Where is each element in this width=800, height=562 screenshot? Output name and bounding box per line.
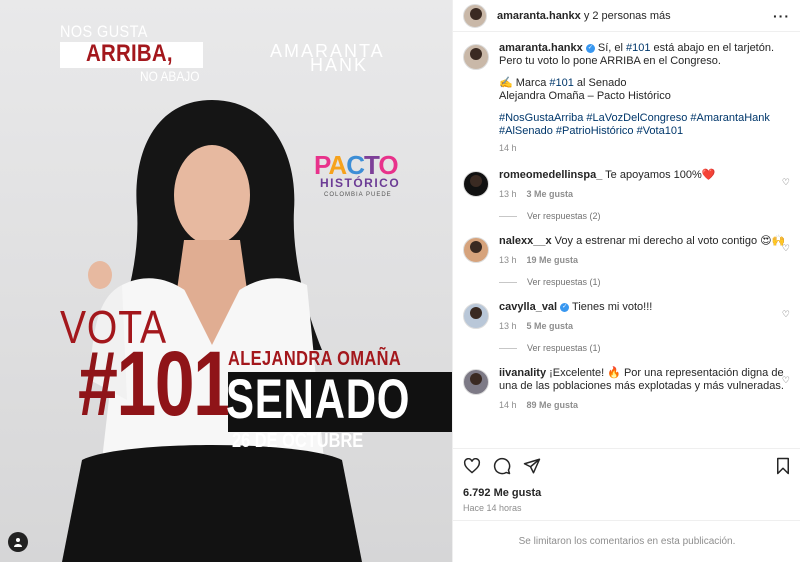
pacto-historico-text: HISTÓRICO bbox=[320, 176, 401, 190]
comment-text: Te apoyamos 100%❤️ bbox=[602, 169, 716, 181]
post-image[interactable]: NOS GUSTA ARRIBA, NO ABAJO AMARANTA HANK… bbox=[0, 0, 452, 562]
verified-badge-icon: ✓ bbox=[560, 302, 570, 312]
pacto-historico-logo: PACTO HISTÓRICO COLOMBIA PUEDE bbox=[314, 150, 414, 208]
caption-hashtags[interactable]: #AlSenado #PatrioHistórico #Vota101 bbox=[499, 125, 790, 138]
view-replies-label: Ver respuestas (1) bbox=[527, 277, 601, 287]
comment-item: cavylla_val ✓ Tienes mi voto!!! 13 h 5 Me… bbox=[463, 301, 790, 333]
brand-logo: AMARANTA HANK bbox=[270, 42, 410, 74]
comment-time: 13 h bbox=[499, 189, 517, 199]
avatar[interactable] bbox=[463, 303, 489, 329]
caption-text: está abajo en el tarjetón. bbox=[650, 42, 775, 54]
poster-no-abajo: NO ABAJO bbox=[140, 68, 200, 84]
comment-time: 13 h bbox=[499, 255, 517, 265]
comment-text: Tienes mi voto!!! bbox=[569, 301, 653, 313]
caption-username[interactable]: amaranta.hankx bbox=[499, 42, 583, 54]
caption-time: 14 h bbox=[499, 143, 517, 153]
poster-senado: SENADO bbox=[226, 367, 411, 430]
view-replies-label: Ver respuestas (2) bbox=[527, 211, 601, 221]
poster-nos-gusta: NOS GUSTA bbox=[60, 22, 148, 41]
comment-icon[interactable] bbox=[493, 457, 511, 480]
caption: amaranta.hankx ✓ Sí, el #101 está abajo … bbox=[463, 42, 790, 155]
header-others[interactable]: y 2 personas más bbox=[581, 10, 671, 22]
comment-item: romeomedellinspa_ Te apoyamos 100%❤️ 13 … bbox=[463, 169, 790, 201]
view-replies-label: Ver respuestas (1) bbox=[527, 343, 601, 353]
comment-likes[interactable]: 89 Me gusta bbox=[527, 400, 579, 410]
comment-time: 14 h bbox=[499, 400, 517, 410]
tagged-user-icon[interactable] bbox=[8, 532, 28, 552]
like-heart-icon[interactable]: ♡ bbox=[782, 309, 790, 320]
comment-svg bbox=[493, 457, 511, 474]
view-replies[interactable]: Ver respuestas (1) bbox=[499, 277, 790, 287]
comment-likes[interactable]: 3 Me gusta bbox=[527, 189, 574, 199]
avatar[interactable] bbox=[463, 369, 489, 395]
post-header: amaranta.hankx y 2 personas más ··· bbox=[453, 0, 800, 32]
caption-text: ✍️ Marca bbox=[499, 77, 550, 89]
caption-text: Pero tu voto lo pone ARRIBA en el Congre… bbox=[499, 55, 721, 67]
caption-hashtags[interactable]: #NosGustaArriba #LaVozDelCongreso #Amara… bbox=[499, 112, 790, 125]
action-icons bbox=[463, 457, 791, 479]
comment-username[interactable]: nalexx__x bbox=[499, 235, 552, 247]
avatar[interactable] bbox=[463, 237, 489, 263]
replies-divider bbox=[499, 281, 517, 283]
avatar[interactable] bbox=[463, 3, 487, 28]
comments-limited-notice: Se limitaron los comentarios en esta pub… bbox=[453, 520, 800, 562]
verified-badge-icon: ✓ bbox=[585, 43, 595, 53]
poster-fecha: 26 DE OCTUBRE bbox=[232, 430, 364, 452]
avatar[interactable] bbox=[463, 171, 489, 197]
comment-likes[interactable]: 5 Me gusta bbox=[527, 321, 574, 331]
post-side-panel: amaranta.hankx y 2 personas más ··· amar… bbox=[452, 0, 800, 562]
post-time: Hace 14 horas bbox=[463, 503, 522, 513]
like-heart-icon[interactable]: ♡ bbox=[782, 177, 790, 188]
bookmark-svg bbox=[777, 457, 789, 474]
bookmark-icon[interactable] bbox=[775, 457, 791, 480]
header-text: amaranta.hankx y 2 personas más bbox=[497, 10, 671, 22]
comment-username[interactable]: romeomedellinspa_ bbox=[499, 169, 602, 181]
comment-time: 13 h bbox=[499, 321, 517, 331]
like-heart-icon[interactable]: ♡ bbox=[782, 375, 790, 386]
poster-arriba: ARRIBA, bbox=[86, 40, 173, 67]
comment-text: Voy a estrenar mi derecho al voto contig… bbox=[551, 235, 786, 247]
comment-likes[interactable]: 19 Me gusta bbox=[527, 255, 579, 265]
caption-text: Alejandra Omaña – Pacto Histórico bbox=[499, 90, 671, 102]
avatar[interactable] bbox=[463, 44, 489, 70]
comment-item: nalexx__x Voy a estrenar mi derecho al v… bbox=[463, 235, 790, 267]
caption-text: al Senado bbox=[573, 77, 627, 89]
poster-number: #101 bbox=[78, 333, 233, 435]
heart-icon[interactable] bbox=[463, 457, 481, 479]
replies-divider bbox=[499, 215, 517, 217]
view-replies[interactable]: Ver respuestas (2) bbox=[499, 211, 790, 221]
replies-divider bbox=[499, 347, 517, 349]
heart-svg bbox=[463, 457, 481, 474]
hashtag-link[interactable]: #101 bbox=[549, 77, 573, 89]
share-icon[interactable] bbox=[523, 457, 541, 480]
caption-text: Sí, el bbox=[594, 42, 627, 54]
post-actions: 6.792 Me gusta Hace 14 horas bbox=[453, 448, 800, 513]
pacto-colombia-text: COLOMBIA PUEDE bbox=[324, 192, 392, 198]
header-username[interactable]: amaranta.hankx bbox=[497, 10, 581, 22]
more-options-icon[interactable]: ··· bbox=[773, 8, 790, 24]
like-heart-icon[interactable]: ♡ bbox=[782, 243, 790, 254]
comment-item: iivanality ¡Excelente! 🔥 Por una represe… bbox=[463, 367, 790, 412]
comment-username[interactable]: iivanality bbox=[499, 367, 546, 379]
hashtag-link[interactable]: #101 bbox=[626, 42, 650, 54]
view-replies[interactable]: Ver respuestas (1) bbox=[499, 343, 790, 353]
person-icon bbox=[14, 538, 22, 547]
likes-count[interactable]: 6.792 Me gusta bbox=[463, 487, 791, 499]
comments-list[interactable]: amaranta.hankx ✓ Sí, el #101 está abajo … bbox=[453, 32, 800, 456]
share-svg bbox=[523, 458, 541, 473]
comment-username[interactable]: cavylla_val bbox=[499, 301, 557, 313]
